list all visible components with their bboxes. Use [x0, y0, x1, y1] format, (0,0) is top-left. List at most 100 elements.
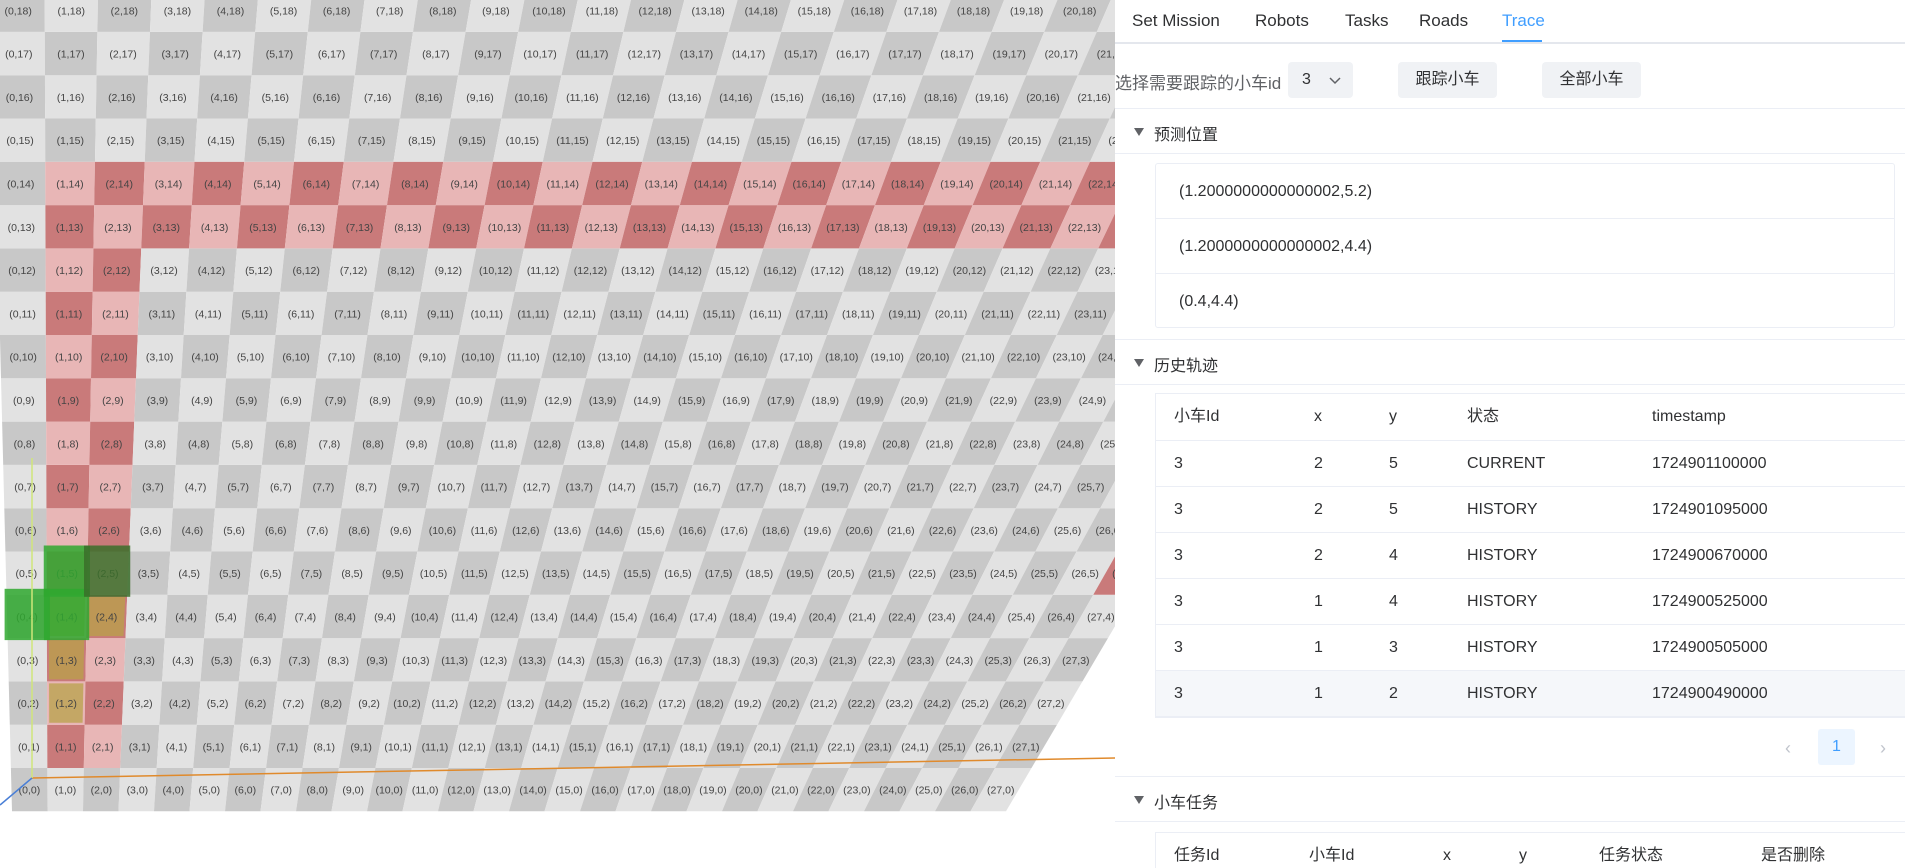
robot-marker[interactable] [84, 545, 131, 597]
grid-cell-label: (25,5) [1031, 568, 1058, 580]
warehouse-grid[interactable]: (0,0) (1,0) (2,0) (3,0) (4,0) (5,0) (6,0) (7,0)… [0, 0, 1115, 868]
grid-cell-label: (18,3) [713, 655, 740, 667]
grid-cell-label: (14,8) [621, 438, 648, 450]
grid-cell-label: (3,13) [153, 222, 180, 234]
grid-cell-label: (10,13) [488, 222, 521, 234]
track-robot-button[interactable]: 跟踪小车 [1398, 62, 1497, 98]
grid-cell-label: (8,3) [327, 655, 349, 667]
grid-cell-label: (6,0) [234, 785, 256, 797]
tasks-section-header[interactable]: 小车任务 [1115, 776, 1905, 822]
grid-cell-label: (1,15) [57, 135, 84, 147]
grid-cell-label: (0,2) [17, 698, 39, 710]
grid-cell-label: (8,17) [422, 49, 449, 61]
grid-cell-label: (8,13) [394, 222, 421, 234]
grid-cell-label: (2,8) [101, 438, 123, 450]
cell-x: 1 [1314, 639, 1323, 656]
grid-cell-label: (4,0) [163, 785, 185, 797]
next-page-icon[interactable]: › [1880, 738, 1886, 759]
grid-cell-label: (15,5) [623, 568, 650, 580]
grid-cell-label: (25,6) [1054, 525, 1081, 537]
table-row[interactable]: 3 1 4 HISTORY 1724900525000 [1156, 579, 1905, 625]
collapse-caret-icon [1134, 128, 1144, 136]
tab-robots[interactable]: Robots [1255, 0, 1309, 42]
grid-cell-label: (2,11) [102, 308, 129, 320]
table-row[interactable]: 3 2 4 HISTORY 1724900670000 [1156, 533, 1905, 579]
grid-cell-label: (1,0) [55, 785, 77, 797]
grid-cell-label: (12,4) [491, 611, 518, 623]
grid-cell-label: (15,1) [569, 741, 596, 753]
grid-cell-label: (9,2) [358, 698, 380, 710]
grid-cell-label: (22,4) [888, 611, 915, 623]
grid-cell-label: (13,3) [519, 655, 546, 667]
grid-cell-label: (21,15) [1058, 135, 1091, 147]
grid-cell-label: (24,1) [901, 741, 928, 753]
grid-cell-label: (17,9) [767, 395, 794, 407]
grid-cell-label: (20,8) [882, 438, 909, 450]
page-number-button[interactable]: 1 [1818, 729, 1855, 765]
cell-timestamp: 1724901100000 [1652, 455, 1767, 472]
grid-cell-label: (14,0) [519, 785, 546, 797]
grid-cell-label: (12,11) [563, 308, 596, 320]
grid-cell-label: (12,18) [638, 5, 671, 17]
grid-cell-label: (22,0) [807, 785, 834, 797]
grid-cell-label: (2,6) [98, 525, 120, 537]
tab-roads[interactable]: Roads [1419, 0, 1468, 42]
grid-cell-label: (13,1) [495, 741, 522, 753]
grid-cell-label: (4,6) [182, 525, 204, 537]
all-robots-button[interactable]: 全部小车 [1542, 62, 1641, 98]
grid-cell-label: (8,7) [355, 482, 377, 494]
history-section-header[interactable]: 历史轨迹 [1115, 339, 1905, 385]
grid-cell-label: (6,1) [240, 741, 262, 753]
history-section-title: 历史轨迹 [1154, 358, 1219, 375]
grid-cell-label: (18,12) [858, 265, 891, 277]
grid-cell-label: (18,7) [779, 482, 806, 494]
grid-cell-label: (17,3) [674, 655, 701, 667]
grid-cell-label: (10,17) [523, 49, 556, 61]
tab-trace[interactable]: Trace [1502, 0, 1545, 42]
grid-cell-label: (12,13) [585, 222, 618, 234]
grid-cell-label: (16,15) [807, 135, 840, 147]
grid-cell-label: (11,15) [556, 135, 589, 147]
grid-cell-label: (4,9) [191, 395, 213, 407]
robot-id-select[interactable]: 3 [1288, 62, 1353, 98]
grid-cell-label: (13,15) [656, 135, 689, 147]
grid-cell-label: (11,8) [490, 438, 517, 450]
grid-cell-label: (2,17) [109, 49, 136, 61]
grid-cell-label: (8,16) [415, 92, 442, 104]
tab-tasks[interactable]: Tasks [1345, 0, 1388, 42]
table-row[interactable]: 3 1 3 HISTORY 1724900505000 [1156, 625, 1905, 671]
grid-cell-label: (6,18) [323, 5, 350, 17]
grid-cell-label: (9,7) [398, 482, 420, 494]
grid-cell-label: (10,14) [497, 178, 530, 190]
grid-cell-label: (24,3) [946, 655, 973, 667]
cell-timestamp: 1724900670000 [1652, 547, 1768, 564]
grid-cell-label: (14,4) [570, 611, 597, 623]
grid-cell-label: (7,14) [352, 178, 379, 190]
grid-cell-label: (13,17) [680, 49, 713, 61]
grid-cell-label: (6,8) [275, 438, 297, 450]
grid-cell-label: (11,12) [527, 265, 560, 277]
table-row[interactable]: 3 1 2 HISTORY 1724900490000 [1156, 671, 1905, 717]
tab-set-mission[interactable]: Set Mission [1132, 0, 1220, 42]
grid-cell-label: (20,18) [1063, 5, 1096, 17]
grid-cell-label: (5,3) [211, 655, 233, 667]
grid-cell-label: (1,1) [55, 741, 77, 753]
robot-marker[interactable] [43, 588, 90, 641]
grid-cell-label: (11,3) [441, 655, 468, 667]
grid-cell-label: (18,2) [696, 698, 723, 710]
table-row[interactable]: 3 2 5 HISTORY 1724901095000 [1156, 487, 1905, 533]
grid-cell-label: (18,6) [762, 525, 789, 537]
grid-cell-label: (0,16) [6, 92, 33, 104]
grid-cell-label: (6,12) [292, 265, 319, 277]
cell-status: HISTORY [1467, 547, 1538, 564]
grid-cell-label: (27,4) [1087, 611, 1114, 623]
grid-cell-label: (0,1) [18, 741, 40, 753]
map-viewport[interactable]: (0,0) (1,0) (2,0) (3,0) (4,0) (5,0) (6,0) (7,0)… [0, 0, 1115, 868]
robot-marker[interactable] [4, 588, 50, 641]
grid-cell-label: (21,13) [1019, 222, 1052, 234]
prev-page-icon[interactable]: ‹ [1785, 738, 1791, 759]
grid-cell-label: (21,4) [848, 611, 875, 623]
predicted-section-header[interactable]: 预测位置 [1115, 108, 1905, 154]
grid-cell-label: (15,13) [730, 222, 763, 234]
table-row[interactable]: 3 2 5 CURRENT 1724901100000 [1156, 441, 1905, 487]
